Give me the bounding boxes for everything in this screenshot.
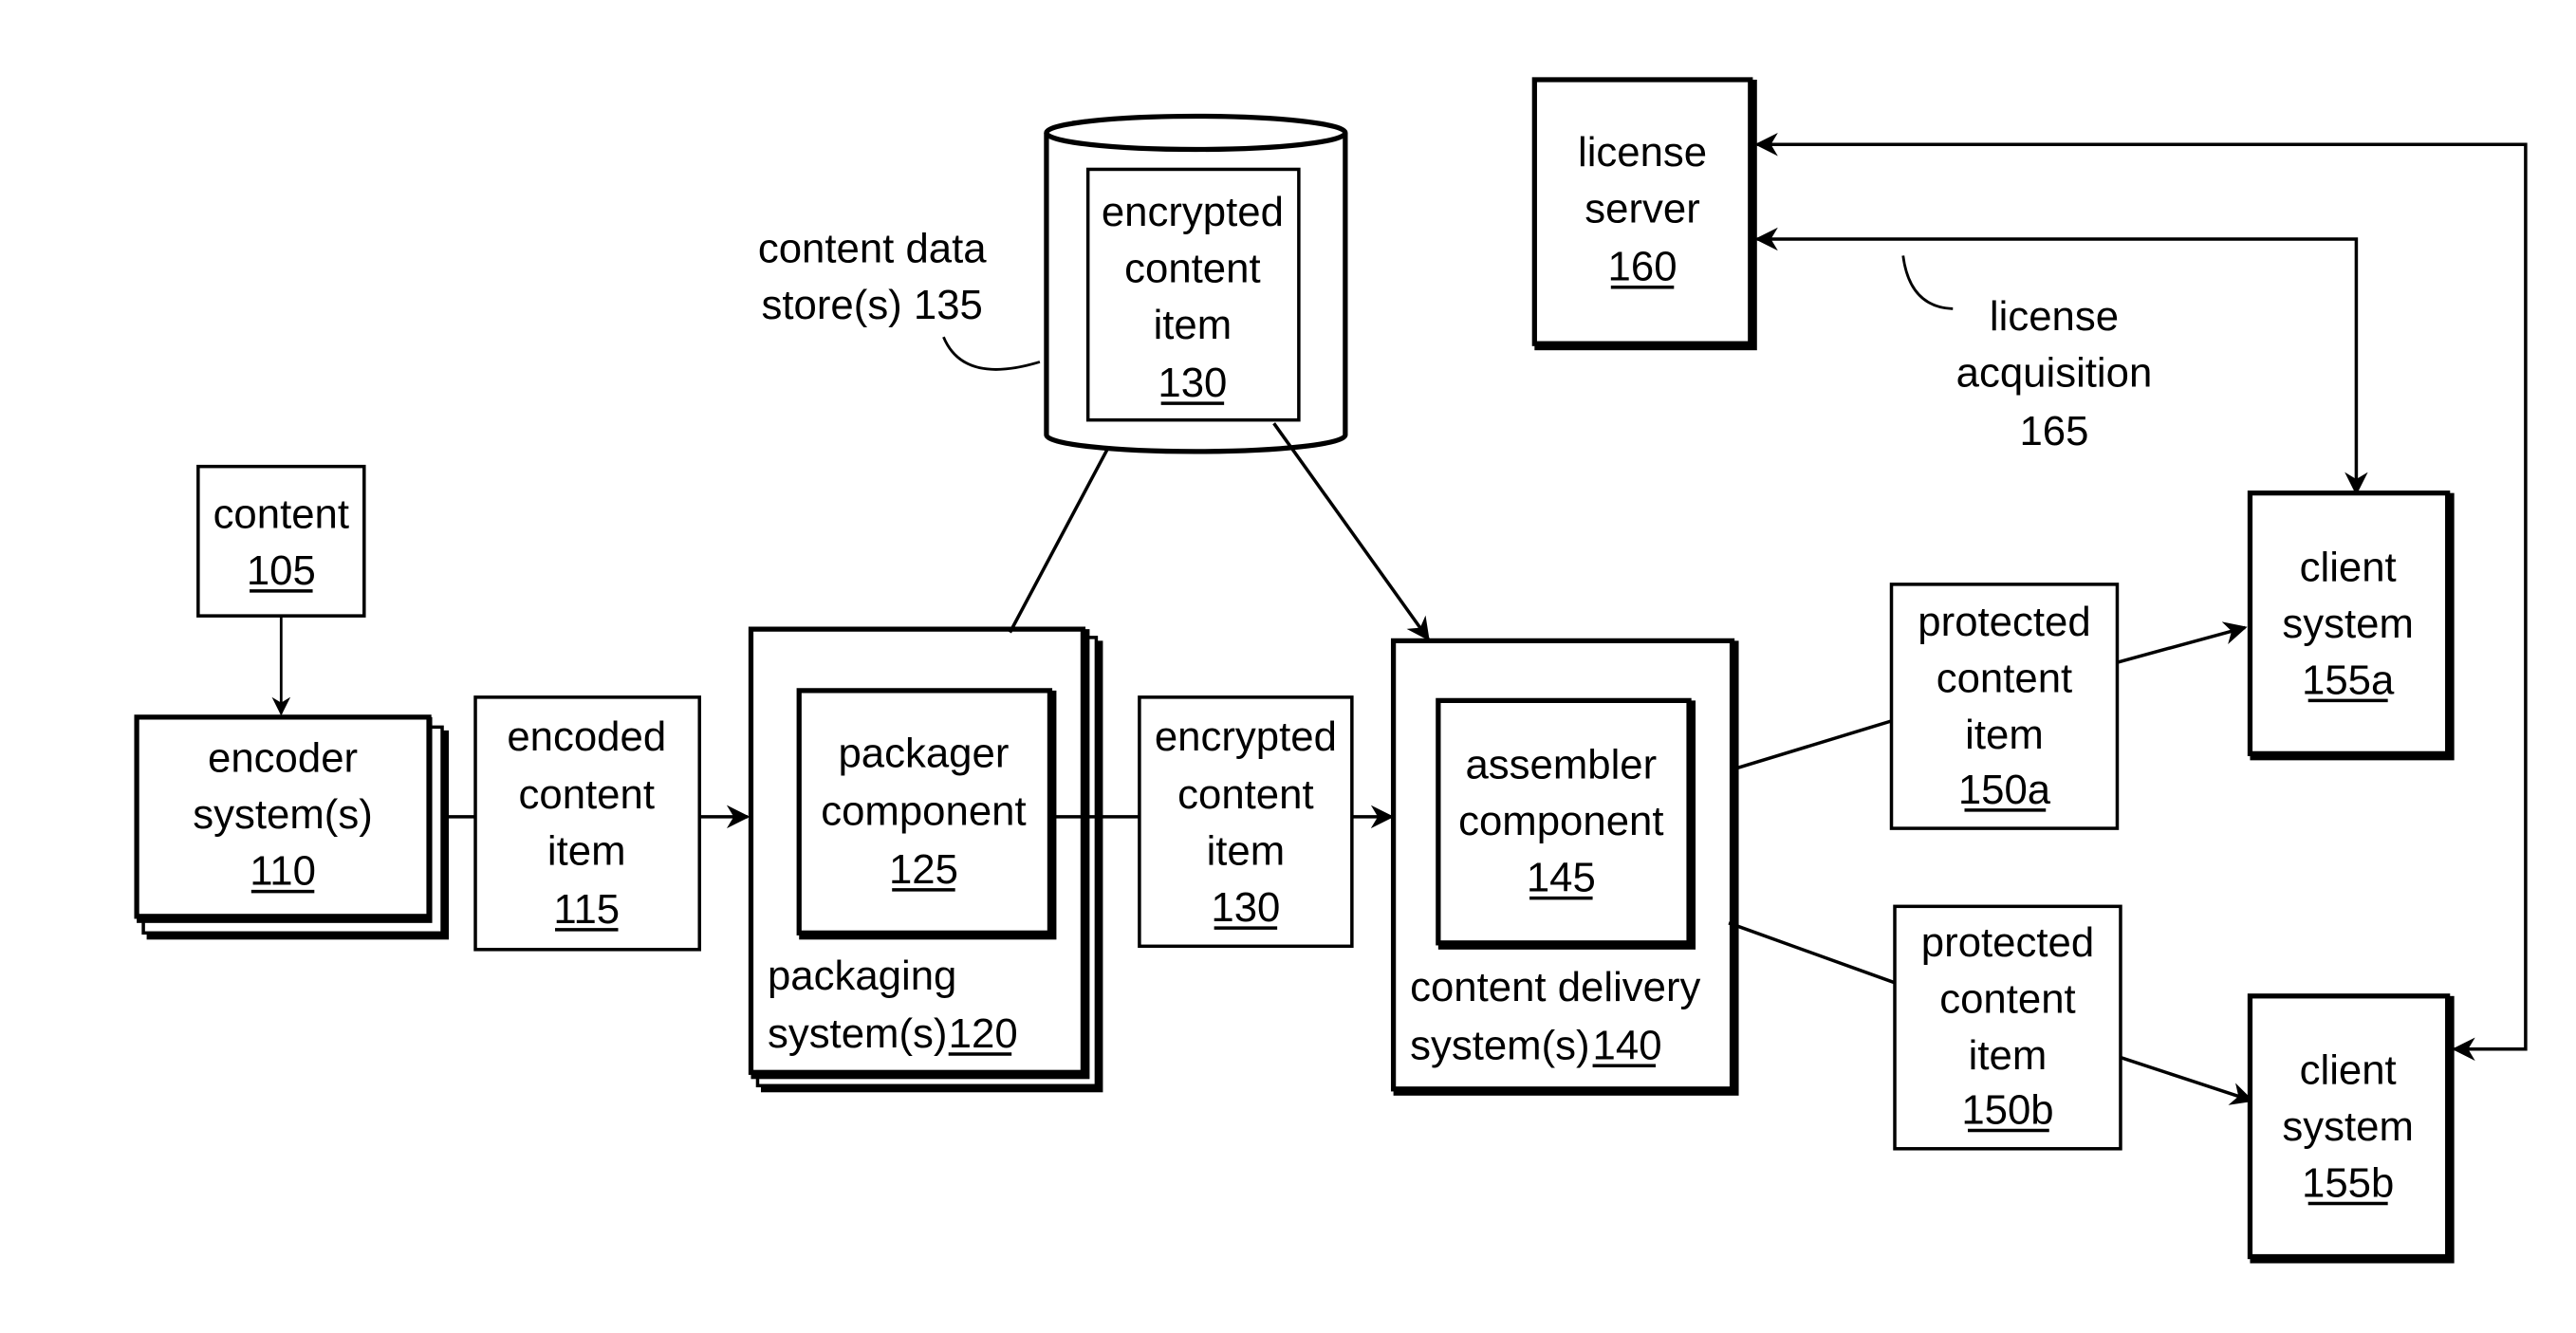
protected-content-item-a-box[interactable]: protected content item 150a — [1889, 583, 2120, 830]
packaging-label-1: packaging — [768, 953, 956, 999]
content-box[interactable]: content 105 — [196, 464, 366, 618]
data-store-label-2: store(s) 135 — [762, 282, 983, 328]
client-a-label-2: system — [2282, 601, 2414, 647]
encoder-label-1: encoder — [208, 735, 358, 782]
protected-b-label-2: content — [1939, 975, 2075, 1022]
delivery-ref: 140 — [1593, 1022, 1662, 1068]
data-store-label-1: content data — [758, 225, 987, 271]
packager-label-1: packager — [838, 730, 1009, 776]
encrypted-label-1: encrypted — [1155, 713, 1337, 760]
protected-b-label-3: item — [1969, 1032, 2048, 1079]
packaging-ref: 120 — [949, 1010, 1018, 1057]
protected-a-label-3: item — [1965, 712, 2044, 758]
content-delivery-system-box[interactable]: assembler component 145 content delivery… — [1390, 638, 1739, 1096]
encoded-content-item-box[interactable]: encoded content item 115 — [473, 695, 701, 952]
encoder-ref: 110 — [250, 848, 316, 895]
client-a-label-1: client — [2300, 544, 2397, 590]
encrypted-content-item-box[interactable]: encrypted content item 130 — [1138, 695, 1354, 949]
encoder-label-2: system(s) — [193, 791, 373, 838]
client-system-b-box[interactable]: client system 155b — [2247, 993, 2455, 1264]
packager-label-2: component — [821, 788, 1026, 835]
encoded-ref: 115 — [553, 886, 620, 933]
client-b-ref: 155b — [2302, 1160, 2394, 1207]
assembler-component-box[interactable]: assembler component 145 — [1436, 697, 1696, 950]
store-item-label-1: encrypted — [1102, 189, 1284, 235]
assembler-ref: 145 — [1527, 855, 1596, 901]
packager-ref: 125 — [889, 846, 958, 893]
diagram-canvas: content 105 encoder system(s) 110 encode… — [134, 77, 2528, 1264]
license-server-ref: 160 — [1608, 244, 1677, 290]
arrow-store-to-delivery — [1272, 422, 1430, 641]
client-system-a-box[interactable]: client system 155a — [2247, 491, 2455, 761]
license-server-label-2: server — [1585, 185, 1700, 231]
connector-delivery-to-150b — [1728, 921, 1896, 985]
license-server-label-1: license — [1578, 129, 1707, 176]
assembler-label-2: component — [1458, 798, 1663, 844]
client-b-label-2: system — [2282, 1103, 2414, 1150]
arrow-150b-to-155b — [2120, 1055, 2254, 1105]
connector-delivery-to-150a — [1734, 718, 1894, 770]
packaging-label-2: system(s) — [768, 1010, 948, 1057]
protected-b-label-1: protected — [1921, 919, 2094, 966]
license-acquisition-label-1: license — [1990, 293, 2119, 340]
content-data-store[interactable]: encrypted content item 130 — [1044, 113, 1348, 454]
data-store-leader-line — [942, 336, 1041, 371]
license-server-box[interactable]: license server 160 — [1531, 77, 1757, 351]
packager-component-box[interactable]: packager component 125 — [796, 688, 1057, 940]
client-b-label-1: client — [2300, 1047, 2397, 1094]
encrypted-label-3: item — [1207, 828, 1286, 875]
content-label: content — [213, 491, 349, 537]
packaging-system-box[interactable]: packager component 125 packaging system(… — [748, 626, 1103, 1093]
encrypted-label-2: content — [1177, 771, 1313, 818]
content-ref: 105 — [247, 547, 316, 594]
license-acquisition-label-3: 165 — [2019, 408, 2088, 454]
client-a-ref: 155a — [2302, 657, 2395, 703]
encoder-system-box[interactable]: encoder system(s) 110 — [134, 714, 450, 940]
store-item-ref: 130 — [1158, 360, 1227, 406]
license-acquisition-leader-line — [1901, 255, 1954, 310]
arrow-packaging-to-store — [1008, 421, 1123, 634]
protected-a-ref: 150a — [1958, 767, 2051, 813]
encoded-label-1: encoded — [507, 713, 666, 760]
store-item-label-3: item — [1154, 302, 1232, 348]
delivery-label-2: system(s) — [1410, 1022, 1590, 1068]
encoded-label-3: item — [547, 828, 626, 875]
delivery-label-1: content delivery — [1410, 964, 1700, 1010]
assembler-label-1: assembler — [1465, 742, 1657, 788]
protected-b-ref: 150b — [1961, 1087, 2053, 1134]
encoded-label-2: content — [519, 771, 655, 818]
protected-a-label-1: protected — [1918, 599, 2090, 645]
protected-a-label-2: content — [1937, 656, 2072, 702]
arrow-150a-to-155a — [2117, 621, 2248, 664]
stored-encrypted-content-item-box[interactable]: encrypted content item 130 — [1085, 167, 1301, 422]
license-acquisition-label-2: acquisition — [1956, 350, 2153, 397]
encrypted-ref: 130 — [1211, 884, 1280, 931]
store-item-label-2: content — [1124, 245, 1260, 291]
protected-content-item-b-box[interactable]: protected content item 150b — [1893, 904, 2122, 1151]
